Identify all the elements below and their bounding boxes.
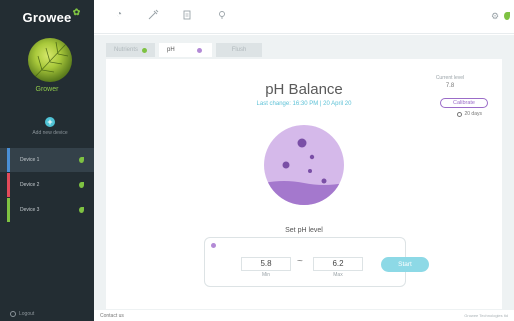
copyright: Growee Technologies ltd: [464, 313, 508, 318]
tab-ph[interactable]: pH: [159, 43, 212, 57]
tab-bar: Nutrients pH Flush: [106, 43, 263, 57]
logout-label: Logout: [19, 311, 35, 317]
avatar[interactable]: [28, 38, 72, 82]
sidebar-item-device-1[interactable]: Device 1: [0, 148, 94, 172]
sidebar: Growee ✿ Grower + Add new device Device 1…: [0, 0, 94, 321]
device-color-bar: [7, 198, 10, 222]
range-dot: [211, 243, 216, 248]
clipboard-icon-svg: [183, 10, 191, 20]
logout-button[interactable]: Logout: [10, 311, 34, 317]
add-device-button[interactable]: +: [45, 117, 55, 127]
tab-label: Nutrients: [114, 47, 139, 53]
device-label: Device 2: [20, 182, 40, 188]
bulb-icon-svg: [219, 11, 225, 19]
bubble: [308, 169, 312, 173]
ph-range-panel: 5.8 Min ~ 6.2 Max Start: [204, 237, 429, 287]
ph-card: pH Balance Last change: 16:30 PM | 20 Ap…: [106, 59, 502, 309]
leaf-icon: ✿: [72, 6, 81, 17]
tab-dot: [142, 47, 148, 53]
bulb-icon[interactable]: [216, 9, 228, 21]
sidebar-item-device-3[interactable]: Device 3: [0, 198, 94, 222]
tab-label: pH: [167, 47, 175, 53]
bubble: [309, 154, 315, 160]
device-label: Device 1: [20, 157, 40, 163]
footer: Contact us Growee Technologies ltd: [94, 310, 514, 321]
min-label: Min: [261, 272, 271, 278]
contact-link[interactable]: Contact us: [100, 313, 124, 319]
add-device-label[interactable]: Add new device: [0, 130, 100, 136]
app-logo[interactable]: Growee ✿: [22, 7, 81, 25]
range-separator: ~: [297, 256, 303, 267]
status-leaf-icon: [504, 12, 510, 20]
days-since-calibration: 20 days: [457, 111, 482, 117]
days-label: 20 days: [464, 111, 482, 117]
max-label: Max: [333, 272, 343, 278]
app-logo-text: Growee: [22, 9, 72, 25]
tab-nutrients[interactable]: Nutrients: [106, 43, 156, 57]
tab-flush[interactable]: Flush: [215, 43, 263, 57]
tab-label: Flush: [231, 47, 247, 53]
calibrate-button[interactable]: Calibrate: [440, 98, 488, 108]
clipboard-icon[interactable]: [181, 9, 193, 21]
top-bar: ◔ ⚙: [94, 0, 514, 34]
device-label: Device 3: [20, 207, 40, 213]
power-icon: [10, 311, 16, 317]
set-ph-label: Set pH level: [285, 227, 323, 234]
dashboard-icon[interactable]: ◔: [113, 9, 125, 21]
min-ph-input[interactable]: 5.8: [241, 257, 291, 271]
bubble: [297, 138, 307, 148]
device-color-bar: [7, 148, 10, 172]
bubble: [321, 178, 327, 184]
leaf-avatar-icon: [33, 41, 69, 79]
ph-indicator-graphic: [264, 125, 344, 205]
tab-dot: [196, 47, 202, 53]
clock-icon: [457, 111, 463, 117]
pipette-icon[interactable]: [147, 9, 159, 21]
user-name: Grower: [35, 86, 59, 93]
device-status-leaf-icon: [79, 157, 84, 163]
main-content: Nutrients pH Flush pH Balance Last chang…: [94, 35, 514, 310]
current-level-label: Current level: [435, 75, 465, 81]
logo-bar: Growee ✿: [0, 0, 94, 34]
device-color-bar: [7, 173, 10, 197]
max-ph-input[interactable]: 6.2: [313, 257, 363, 271]
device-status-leaf-icon: [79, 207, 84, 213]
gear-icon[interactable]: ⚙: [491, 11, 499, 21]
pipette-icon-svg: [148, 9, 159, 20]
sidebar-item-device-2[interactable]: Device 2: [0, 173, 94, 197]
device-status-leaf-icon: [79, 182, 84, 188]
start-button[interactable]: Start: [381, 257, 429, 272]
current-level-value: 7.8: [445, 83, 455, 89]
bubble: [282, 161, 290, 169]
